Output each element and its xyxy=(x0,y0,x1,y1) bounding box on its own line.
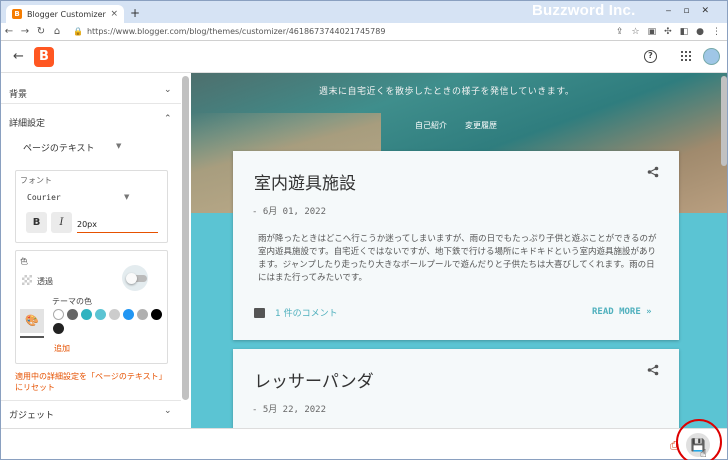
swatch-light-gray[interactable] xyxy=(109,309,120,320)
customizer-panel: 背景 ⌄ 詳細設定 ⌃ ページのテキスト ▼ フォント Courier ▼ B … xyxy=(1,73,181,428)
tab-close-icon[interactable]: × xyxy=(110,9,118,19)
lock-icon: 🔒 xyxy=(73,27,83,36)
post-card: レッサーパンダ - 5月 22, 2022 xyxy=(233,349,679,428)
comment-icon xyxy=(254,308,265,318)
font-section-title: フォント xyxy=(20,176,52,185)
panel-scrollbar[interactable] xyxy=(182,76,189,400)
menu-icon[interactable]: ⋮ xyxy=(712,27,721,37)
comment-count-link[interactable]: 1 件のコメント xyxy=(275,306,338,319)
section-gadget[interactable]: ガジェット ⌄ xyxy=(1,400,181,424)
section-background-label: 背景 xyxy=(9,90,28,100)
blogger-header: ← B ? xyxy=(1,42,727,73)
section-background[interactable]: 背景 ⌄ xyxy=(1,80,181,104)
share-icon[interactable] xyxy=(647,364,659,376)
reload-icon[interactable]: ↻ xyxy=(33,26,49,37)
blog-tagline: 週末に自宅近くを散歩したときの様子を発信していきます。 xyxy=(319,87,575,97)
tab-title: Blogger Customizer xyxy=(27,9,106,19)
post-title[interactable]: 室内遊具施設 xyxy=(254,169,356,194)
font-size-input[interactable]: 20px xyxy=(77,217,158,233)
swatch-gray[interactable] xyxy=(67,309,78,320)
reset-hint-link[interactable]: 適用中の詳細設定を「ページのテキスト」にリセット xyxy=(15,371,165,393)
chevron-up-icon: ⌃ xyxy=(164,114,172,124)
section-gadget-label: ガジェット xyxy=(9,411,55,421)
puzzle-icon[interactable]: ✣ xyxy=(664,27,672,37)
brand-watermark: Buzzword Inc. xyxy=(532,2,636,19)
preview-scrollbar[interactable] xyxy=(721,76,727,166)
color-settings: 色 透過 テーマの色 🎨 xyxy=(15,250,168,364)
window-controls[interactable]: ‒▫✕ xyxy=(666,6,721,16)
blogger-favicon-icon: B xyxy=(12,9,22,19)
post-title[interactable]: レッサーパンダ xyxy=(254,367,374,392)
bold-button[interactable]: B xyxy=(26,212,47,233)
sidepanel-icon[interactable]: ◧ xyxy=(680,27,689,37)
italic-button[interactable]: I xyxy=(51,212,72,233)
nav-about[interactable]: 自己紹介 xyxy=(415,120,447,131)
swatch-black[interactable] xyxy=(151,309,162,320)
chevron-down-icon: ⌄ xyxy=(164,85,172,95)
share-page-icon[interactable]: ⇪ xyxy=(616,27,624,37)
customizer-footer: ⎙ 💾 xyxy=(1,428,727,459)
swatch-white[interactable] xyxy=(53,309,64,320)
toggle-knob[interactable] xyxy=(126,273,137,284)
highlight-ring xyxy=(676,419,722,460)
tab-strip: B Blogger Customizer × + Buzzword Inc. ‒… xyxy=(1,1,727,23)
apps-grid-icon[interactable] xyxy=(681,51,691,61)
swatch-dark[interactable] xyxy=(53,323,64,334)
bookmark-star-icon[interactable]: ☆ xyxy=(631,27,639,37)
tab-blogger-customizer[interactable]: B Blogger Customizer × xyxy=(6,5,124,23)
browser-window: B Blogger Customizer × + Buzzword Inc. ‒… xyxy=(0,0,728,460)
section-advanced-label: 詳細設定 xyxy=(9,119,46,129)
post-card: 室内遊具施設 - 6月 01, 2022 雨が降ったときはどこへ行こうか迷ってし… xyxy=(233,151,679,340)
font-family-select[interactable]: Courier xyxy=(27,193,61,202)
profile-icon[interactable]: ● xyxy=(696,27,704,37)
toolbar-icons: ⇪ ☆ ▣ ✣ ◧ ● ⋮ xyxy=(616,27,721,37)
font-settings: フォント Courier ▼ B I 20px xyxy=(15,170,168,243)
swatch-blue[interactable] xyxy=(123,309,134,320)
swatch-teal[interactable] xyxy=(81,309,92,320)
theme-colors-label: テーマの色 xyxy=(52,297,92,306)
dropdown-arrow-icon[interactable]: ▼ xyxy=(116,142,121,150)
palette-icon[interactable]: 🎨 xyxy=(20,309,44,333)
blogger-logo[interactable]: B xyxy=(34,47,54,67)
current-color-bar xyxy=(20,336,44,338)
add-color-link[interactable]: 追加 xyxy=(54,343,70,354)
new-tab-button[interactable]: + xyxy=(130,6,140,20)
avatar[interactable] xyxy=(703,48,720,65)
back-icon[interactable]: ← xyxy=(13,49,24,64)
home-icon[interactable]: ⌂ xyxy=(49,26,65,37)
help-icon[interactable]: ? xyxy=(644,50,657,63)
address-bar: ← → ↻ ⌂ 🔒 https://www.blogger.com/blog/th… xyxy=(1,23,727,41)
extension-icon[interactable]: ▣ xyxy=(648,27,657,37)
post-date: - 5月 22, 2022 xyxy=(252,405,327,415)
post-body: 雨が降ったときはどこへ行こうか迷ってしまいますが、雨の日でもたっぷり子供と遊ぶこ… xyxy=(258,234,657,283)
post-date: - 6月 01, 2022 xyxy=(252,207,327,217)
swatch-silver[interactable] xyxy=(137,309,148,320)
forward-arrow-icon[interactable]: → xyxy=(17,26,33,37)
read-more-link[interactable]: READ MORE » xyxy=(592,307,652,317)
blog-preview: 週末に自宅近くを散歩したときの様子を発信していきます。 自己紹介 変更履歴 室内… xyxy=(191,73,727,428)
share-icon[interactable] xyxy=(647,166,659,178)
url-text: https://www.blogger.com/blog/themes/cust… xyxy=(86,27,386,36)
target-select[interactable]: ページのテキスト xyxy=(23,141,95,154)
transparency-icon xyxy=(22,275,32,285)
color-section-title: 色 xyxy=(20,257,28,266)
back-arrow-icon[interactable]: ← xyxy=(1,26,17,37)
swatch-cyan[interactable] xyxy=(95,309,106,320)
section-advanced[interactable]: 詳細設定 ⌃ xyxy=(1,109,181,133)
font-dropdown-arrow-icon[interactable]: ▼ xyxy=(124,193,129,201)
transparent-label: 透過 xyxy=(37,277,53,286)
nav-changelog[interactable]: 変更履歴 xyxy=(465,120,497,131)
chevron-down-icon: ⌄ xyxy=(164,406,172,416)
hand-cursor-icon: ☝ xyxy=(700,447,707,460)
url-field[interactable]: 🔒 https://www.blogger.com/blog/themes/cus… xyxy=(73,27,616,36)
